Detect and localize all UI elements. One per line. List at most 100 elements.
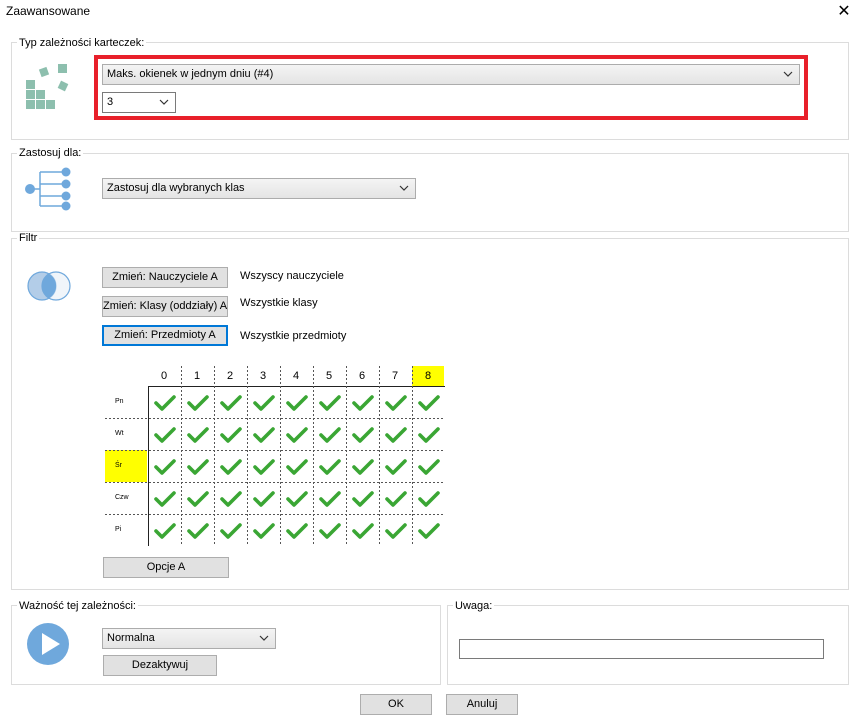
grid-cell[interactable] [181, 514, 214, 547]
grid-cell[interactable] [379, 386, 412, 419]
grid-cell[interactable] [214, 482, 247, 515]
period-header[interactable]: 7 [379, 366, 411, 386]
period-header[interactable]: 5 [313, 366, 345, 386]
grid-cell[interactable] [214, 386, 247, 419]
grid-cell[interactable] [412, 418, 445, 451]
grid-cell[interactable] [148, 386, 181, 419]
check-icon [384, 458, 407, 475]
grid-cell[interactable] [346, 482, 379, 515]
check-icon [417, 522, 440, 539]
check-icon [318, 522, 341, 539]
day-label[interactable]: Wt [105, 418, 147, 450]
check-icon [318, 394, 341, 411]
grid-cell[interactable] [247, 514, 280, 547]
grid-cell[interactable] [214, 418, 247, 451]
period-header[interactable]: 1 [181, 366, 213, 386]
period-header[interactable]: 4 [280, 366, 312, 386]
grid-cell[interactable] [148, 450, 181, 483]
grid-cell[interactable] [247, 418, 280, 451]
subjects-filter-text: Wszystkie przedmioty [240, 330, 347, 342]
grid-cell[interactable] [313, 386, 346, 419]
grid-cell[interactable] [214, 450, 247, 483]
apply-for-select[interactable]: Zastosuj dla wybranych klas [102, 178, 416, 199]
grid-cell[interactable] [313, 418, 346, 451]
grid-cell[interactable] [181, 450, 214, 483]
check-icon [153, 522, 176, 539]
grid-cell[interactable] [346, 418, 379, 451]
grid-cell[interactable] [412, 514, 445, 547]
grid-cell[interactable] [379, 482, 412, 515]
chevron-down-icon [259, 635, 269, 641]
ok-button[interactable]: OK [360, 694, 432, 715]
change-classes-button[interactable]: Zmień: Klasy (oddziały) A [102, 296, 228, 317]
grid-cell[interactable] [313, 450, 346, 483]
cards-icon [26, 64, 69, 109]
day-label[interactable]: Śr [105, 450, 147, 482]
window-title: Zaawansowane [6, 4, 91, 18]
check-icon [318, 426, 341, 443]
grid-cell[interactable] [313, 482, 346, 515]
importance-group-label: Ważność tej zależności: [17, 600, 138, 612]
check-icon [219, 458, 242, 475]
close-button[interactable]: ✕ [832, 0, 856, 24]
period-header[interactable]: 0 [148, 366, 180, 386]
check-icon [186, 394, 209, 411]
grid-cell[interactable] [379, 418, 412, 451]
grid-cell[interactable] [346, 450, 379, 483]
grid-cell[interactable] [214, 514, 247, 547]
play-icon [27, 623, 69, 665]
period-header[interactable]: 3 [247, 366, 279, 386]
options-button[interactable]: Opcje A [103, 557, 229, 578]
grid-cell[interactable] [247, 450, 280, 483]
grid-cell[interactable] [181, 482, 214, 515]
grid-cell[interactable] [181, 418, 214, 451]
grid-cell[interactable] [412, 386, 445, 419]
grid-cell[interactable] [412, 482, 445, 515]
check-icon [219, 426, 242, 443]
grid-cell[interactable] [148, 482, 181, 515]
day-label[interactable]: Czw [105, 482, 147, 514]
period-header[interactable]: 2 [214, 366, 246, 386]
day-label[interactable]: Pi [105, 514, 147, 546]
grid-cell[interactable] [280, 450, 313, 483]
grid-cell[interactable] [247, 482, 280, 515]
check-icon [252, 426, 275, 443]
check-icon [417, 458, 440, 475]
change-subjects-button[interactable]: Zmień: Przedmioty A [102, 325, 228, 346]
check-icon [417, 394, 440, 411]
cancel-button[interactable]: Anuluj [446, 694, 518, 715]
check-icon [153, 490, 176, 507]
grid-cell[interactable] [280, 386, 313, 419]
grid-cell[interactable] [280, 418, 313, 451]
grid-cell[interactable] [148, 418, 181, 451]
grid-cell[interactable] [346, 386, 379, 419]
check-icon [153, 394, 176, 411]
period-header[interactable]: 6 [346, 366, 378, 386]
check-icon [285, 522, 308, 539]
period-header[interactable]: 8 [412, 366, 444, 386]
day-label[interactable]: Pn [105, 386, 147, 418]
check-icon [384, 522, 407, 539]
importance-select[interactable]: Normalna [102, 628, 276, 649]
grid-cell[interactable] [280, 482, 313, 515]
deactivate-button[interactable]: Dezaktywuj [103, 655, 217, 676]
check-icon [186, 426, 209, 443]
grid-cell[interactable] [379, 514, 412, 547]
apply-group-label: Zastosuj dla: [17, 147, 84, 159]
grid-cell[interactable] [148, 514, 181, 547]
change-teachers-button[interactable]: Zmień: Nauczyciele A [102, 267, 228, 288]
check-icon [384, 490, 407, 507]
grid-cell[interactable] [280, 514, 313, 547]
note-input[interactable] [459, 639, 824, 659]
grid-cell[interactable] [313, 514, 346, 547]
check-icon [285, 394, 308, 411]
grid-cell[interactable] [346, 514, 379, 547]
grid-cell[interactable] [379, 450, 412, 483]
classes-filter-text: Wszystkie klasy [240, 297, 318, 309]
grid-cell[interactable] [412, 450, 445, 483]
chevron-down-icon [399, 185, 409, 191]
check-icon [285, 458, 308, 475]
check-icon [417, 426, 440, 443]
grid-cell[interactable] [247, 386, 280, 419]
grid-cell[interactable] [181, 386, 214, 419]
